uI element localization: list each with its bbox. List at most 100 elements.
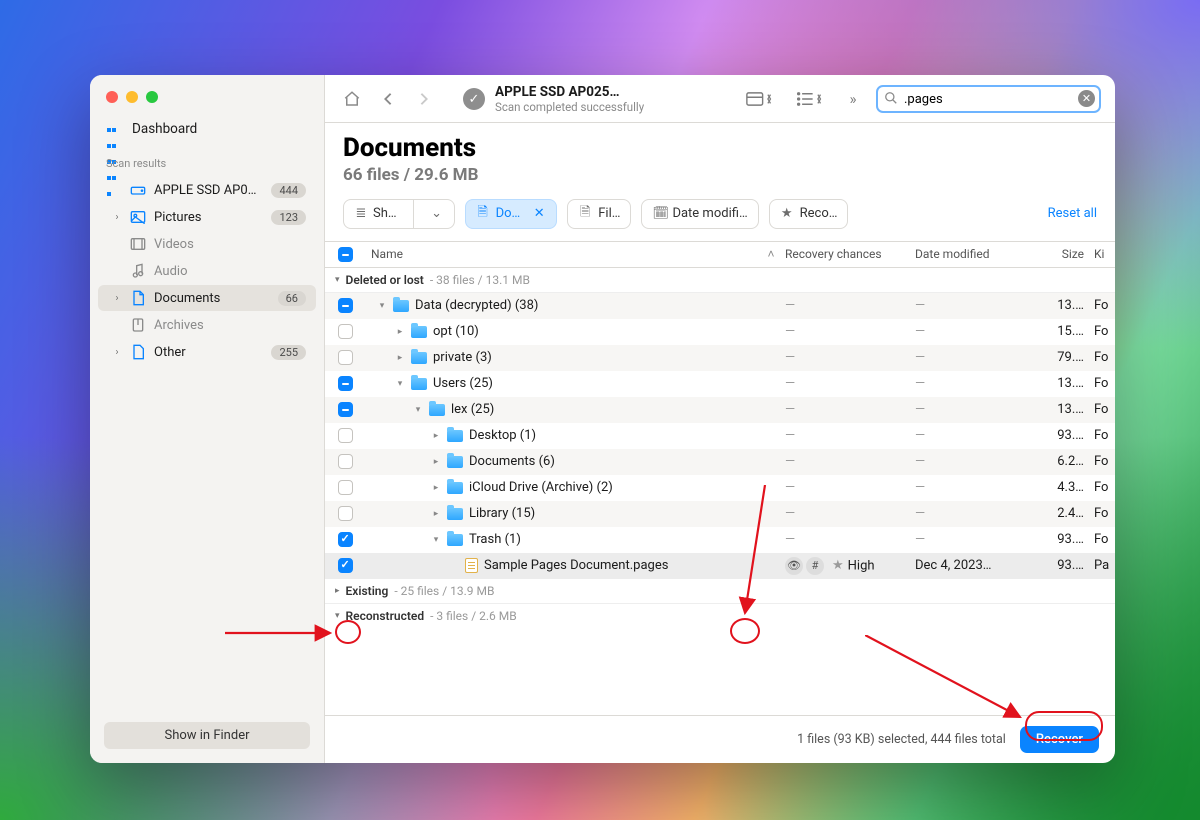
table-row[interactable]: ▾lex (25)——13.…Fo: [325, 397, 1115, 423]
table-row[interactable]: ▸private (3)——79.…Fo: [325, 345, 1115, 371]
archive-icon: [130, 317, 146, 333]
sidebar-section-header: Scan results: [90, 153, 324, 176]
reset-filters-link[interactable]: Reset all: [1048, 206, 1097, 221]
folder-icon: [447, 482, 463, 494]
star-icon: ★: [832, 558, 844, 573]
folder-icon: [447, 430, 463, 442]
row-kind: Fo: [1090, 454, 1115, 469]
group-reconstructed[interactable]: ▾ Reconstructed - 3 files / 2.6 MB: [325, 604, 1115, 628]
col-kind[interactable]: Ki: [1090, 247, 1115, 261]
table-row[interactable]: ▾Data (decrypted) (38)——13.…Fo: [325, 293, 1115, 319]
close-window-button[interactable]: [106, 91, 118, 103]
sidebar-item-documents[interactable]: ›Documents66: [98, 285, 316, 311]
expand-toggle[interactable]: ▾: [413, 405, 423, 415]
sidebar-item-other[interactable]: ›Other255: [98, 339, 316, 365]
row-name: Sample Pages Document.pages: [484, 558, 668, 573]
group-deleted[interactable]: ▾ Deleted or lost - 38 files / 13.1 MB: [325, 268, 1115, 293]
recover-button[interactable]: Recover: [1020, 726, 1099, 753]
selection-status: 1 files (93 KB) selected, 444 files tota…: [797, 732, 1006, 747]
filter-recovery[interactable]: ★ Reco…: [769, 199, 849, 229]
list-mode-button[interactable]: [790, 86, 830, 112]
search-input[interactable]: [876, 85, 1101, 113]
sort-indicator[interactable]: ˄: [757, 247, 785, 261]
toolbar-title-block: APPLE SSD AP025… Scan completed successf…: [495, 85, 644, 114]
preview-button[interactable]: 👁: [785, 557, 803, 575]
back-button[interactable]: [375, 86, 401, 112]
table-row[interactable]: ▸Documents (6)——6.2…Fo: [325, 449, 1115, 475]
col-size[interactable]: Size: [1035, 247, 1090, 261]
expand-toggle[interactable]: ▸: [431, 457, 441, 467]
row-date: —: [915, 480, 1035, 495]
expand-toggle[interactable]: ▸: [395, 353, 405, 363]
select-all-checkbox[interactable]: [338, 247, 353, 262]
row-recovery: —: [785, 480, 915, 495]
expand-toggle[interactable]: ▾: [395, 379, 405, 389]
row-size: 13.…: [1035, 402, 1090, 417]
sidebar-item-label: Audio: [154, 264, 306, 279]
minimize-window-button[interactable]: [126, 91, 138, 103]
sidebar-item-audio[interactable]: Audio: [98, 258, 316, 284]
show-in-finder-button[interactable]: Show in Finder: [104, 722, 310, 749]
table-row[interactable]: ▸opt (10)——15.…Fo: [325, 319, 1115, 345]
filter-show[interactable]: ≣Sh… ⌄: [343, 199, 455, 229]
view-mode-button[interactable]: [740, 86, 780, 112]
zoom-window-button[interactable]: [146, 91, 158, 103]
row-checkbox[interactable]: [338, 454, 353, 469]
audio-icon: [130, 263, 146, 279]
forward-button[interactable]: [411, 86, 437, 112]
filter-date-modified[interactable]: 🗓 Date modifi…: [641, 199, 758, 229]
sidebar-item-apple-ssd-ap-[interactable]: APPLE SSD AP02…444: [98, 177, 316, 203]
sidebar-item-videos[interactable]: Videos: [98, 231, 316, 257]
count-badge: 66: [278, 291, 306, 306]
row-checkbox[interactable]: [338, 506, 353, 521]
sidebar-item-label: Documents: [154, 291, 270, 306]
table-row[interactable]: ▸Desktop (1)——93.…Fo: [325, 423, 1115, 449]
close-icon[interactable]: ✕: [532, 206, 546, 221]
row-kind: Fo: [1090, 350, 1115, 365]
row-checkbox[interactable]: [338, 480, 353, 495]
home-button[interactable]: [339, 86, 365, 112]
row-checkbox[interactable]: [338, 558, 353, 573]
row-checkbox[interactable]: [338, 376, 353, 391]
table-row[interactable]: ▾Trash (1)——93.…Fo: [325, 527, 1115, 553]
folder-icon: [411, 378, 427, 390]
row-checkbox[interactable]: [338, 350, 353, 365]
row-checkbox[interactable]: [338, 324, 353, 339]
hex-button[interactable]: #: [806, 557, 824, 575]
row-checkbox[interactable]: [338, 298, 353, 313]
count-badge: 123: [271, 210, 306, 225]
expand-toggle[interactable]: ▸: [431, 431, 441, 441]
table-row[interactable]: ▸iCloud Drive (Archive) (2)——4.3…Fo: [325, 475, 1115, 501]
col-recovery[interactable]: Recovery chances: [785, 247, 915, 261]
folder-icon: [447, 534, 463, 546]
expand-toggle[interactable]: ▸: [431, 483, 441, 493]
overflow-button[interactable]: »: [840, 86, 866, 112]
row-name: private (3): [433, 350, 492, 365]
dashboard-link[interactable]: Dashboard: [90, 113, 324, 153]
row-date: Dec 4, 2023…: [915, 558, 1035, 573]
expand-toggle[interactable]: ▾: [431, 535, 441, 545]
filter-file[interactable]: 🗎 Fil…: [567, 199, 631, 229]
filter-doc-active[interactable]: 🗎 Do… ✕: [465, 199, 558, 229]
table-row[interactable]: ▾Users (25)——13.…Fo: [325, 371, 1115, 397]
row-name: Documents (6): [469, 454, 555, 469]
row-checkbox[interactable]: [338, 428, 353, 443]
chevron-right-icon: ▸: [335, 586, 340, 596]
row-checkbox[interactable]: [338, 402, 353, 417]
group-existing[interactable]: ▸ Existing - 25 files / 13.9 MB: [325, 579, 1115, 604]
page-title: Documents: [343, 133, 1097, 163]
search-field[interactable]: ✕: [876, 85, 1101, 113]
table-row[interactable]: Sample Pages Document.pages👁#★HighDec 4,…: [325, 553, 1115, 579]
expand-toggle[interactable]: ▸: [395, 327, 405, 337]
row-checkbox[interactable]: [338, 532, 353, 547]
row-size: 13.…: [1035, 298, 1090, 313]
table-row[interactable]: ▸Library (15)——2.4…Fo: [325, 501, 1115, 527]
expand-toggle[interactable]: ▾: [377, 301, 387, 311]
sidebar-item-pictures[interactable]: ›Pictures123: [98, 204, 316, 230]
col-date[interactable]: Date modified: [915, 247, 1035, 261]
row-date: —: [915, 350, 1035, 365]
chevron-down-icon: ▾: [335, 275, 340, 285]
expand-toggle[interactable]: ▸: [431, 509, 441, 519]
sidebar-item-archives[interactable]: Archives: [98, 312, 316, 338]
col-name[interactable]: Name: [365, 247, 757, 261]
